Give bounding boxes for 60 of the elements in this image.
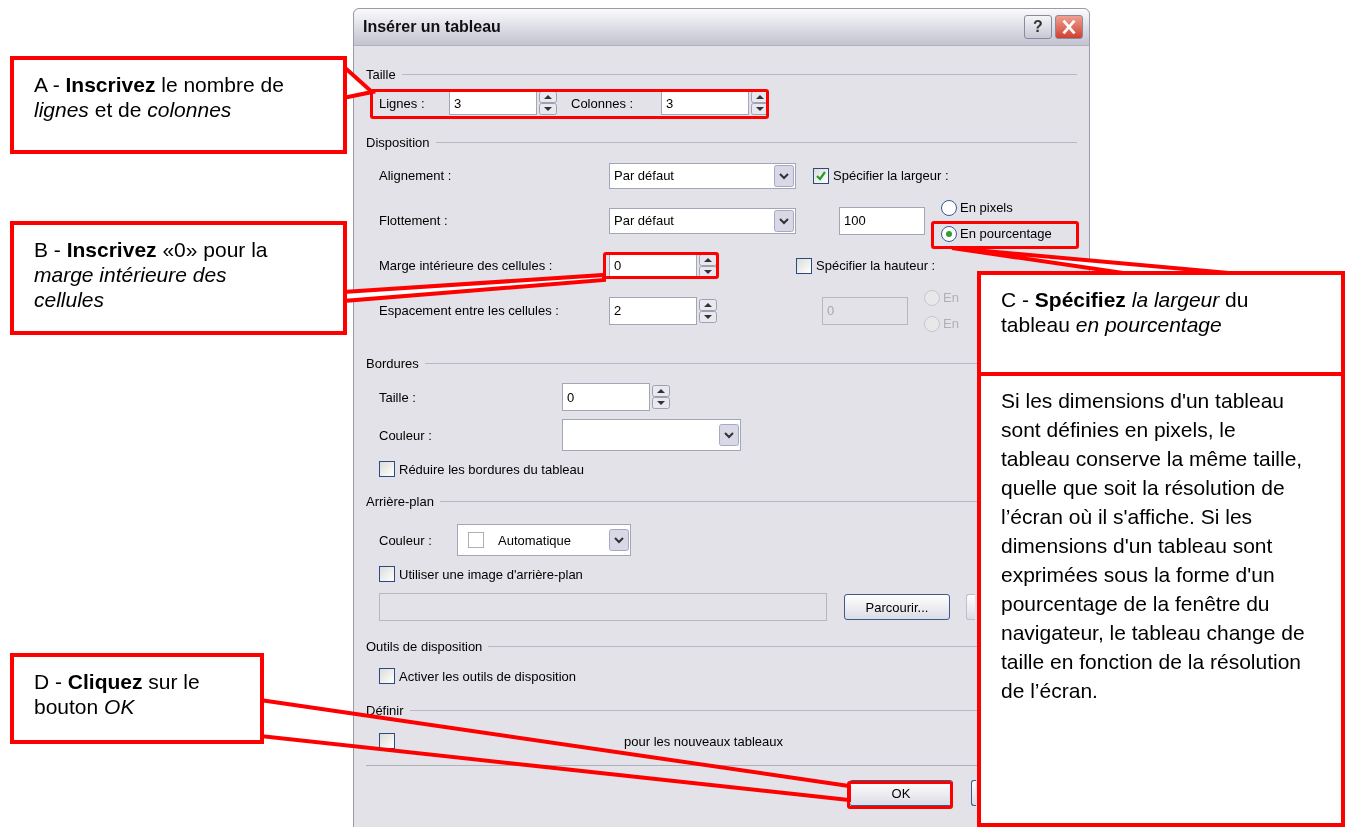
spin-button[interactable] — [751, 91, 769, 115]
field-label: Couleur : — [379, 532, 433, 548]
button[interactable] — [971, 780, 976, 806]
checkbox-label: Spécifier la largeur : — [833, 168, 949, 183]
radio-label: En — [943, 316, 959, 331]
close-icon[interactable] — [1055, 15, 1083, 39]
callout-text: D - Cliquez sur le bouton OK — [10, 653, 264, 744]
spin-button[interactable] — [699, 253, 717, 278]
caret-icon — [609, 529, 629, 551]
input-field[interactable]: 3 — [449, 91, 537, 115]
radio-button[interactable] — [941, 199, 957, 216]
checkbox[interactable] — [813, 167, 829, 184]
checkbox[interactable] — [379, 733, 395, 749]
checkbox-label: Spécifier la hauteur : — [816, 258, 936, 273]
checkbox[interactable] — [379, 461, 395, 477]
checkbox-label: Utiliser une image d'arrière-plan — [399, 566, 583, 582]
section-title: Disposition — [366, 134, 430, 150]
input-field[interactable]: 3 — [661, 91, 749, 115]
radio-button[interactable] — [941, 225, 957, 242]
spin-button[interactable] — [699, 298, 717, 323]
checkbox-label: pour les nouveaux tableaux — [624, 733, 783, 749]
field-label: Taille : — [379, 389, 417, 405]
checkbox[interactable] — [379, 668, 395, 684]
radio-label: En pourcentage — [960, 226, 1052, 241]
dropdown[interactable]: Par défaut — [609, 162, 796, 189]
input-field[interactable]: 0 — [609, 253, 697, 278]
input-field[interactable]: 0 — [562, 383, 650, 411]
field-label: Alignement : — [379, 168, 453, 183]
section-title: Bordures — [366, 355, 419, 371]
color-swatch — [468, 532, 484, 548]
dropdown[interactable]: Automatique — [457, 524, 631, 556]
radio-label: En — [943, 290, 959, 305]
checkbox-label: Réduire les bordures du tableau — [399, 461, 584, 477]
window-title: Insérer un tableau — [363, 18, 502, 36]
field-label: Couleur : — [379, 427, 433, 443]
dropdown[interactable]: Par défaut — [609, 207, 796, 234]
checkbox-label: Activer les outils de disposition — [399, 668, 577, 684]
section-title: Définir — [366, 702, 404, 718]
browse-button[interactable]: Parcourir... — [844, 594, 950, 620]
spin-button[interactable] — [539, 91, 557, 115]
field-label: Espacement entre les cellules : — [379, 303, 560, 318]
input-field[interactable] — [379, 593, 827, 621]
caret-icon — [719, 424, 739, 446]
callout-text: B - Inscrivez «0» pour la marge intérieure des cellules — [10, 221, 347, 335]
caret-icon — [774, 164, 794, 187]
checkbox[interactable] — [379, 566, 395, 582]
radio-label: En pixels — [960, 200, 1013, 215]
field-label: Lignes : — [379, 95, 426, 111]
section-title: Outils de disposition — [366, 638, 483, 654]
field-label: Marge intérieure des cellules : — [379, 258, 554, 273]
caret-icon — [774, 209, 794, 232]
spin-button[interactable] — [652, 385, 670, 409]
help-button[interactable]: ? — [1024, 15, 1052, 39]
section-title: Arrière-plan — [366, 493, 434, 509]
input-field[interactable]: 100 — [839, 206, 925, 235]
input-field[interactable]: 2 — [609, 296, 697, 325]
callout-text: A - Inscrivez le nombre de lignes et de colonnes — [10, 56, 347, 154]
field-label: Colonnes : — [571, 95, 635, 111]
section-title: Taille — [366, 66, 396, 82]
field-label: Flottement : — [379, 213, 449, 228]
